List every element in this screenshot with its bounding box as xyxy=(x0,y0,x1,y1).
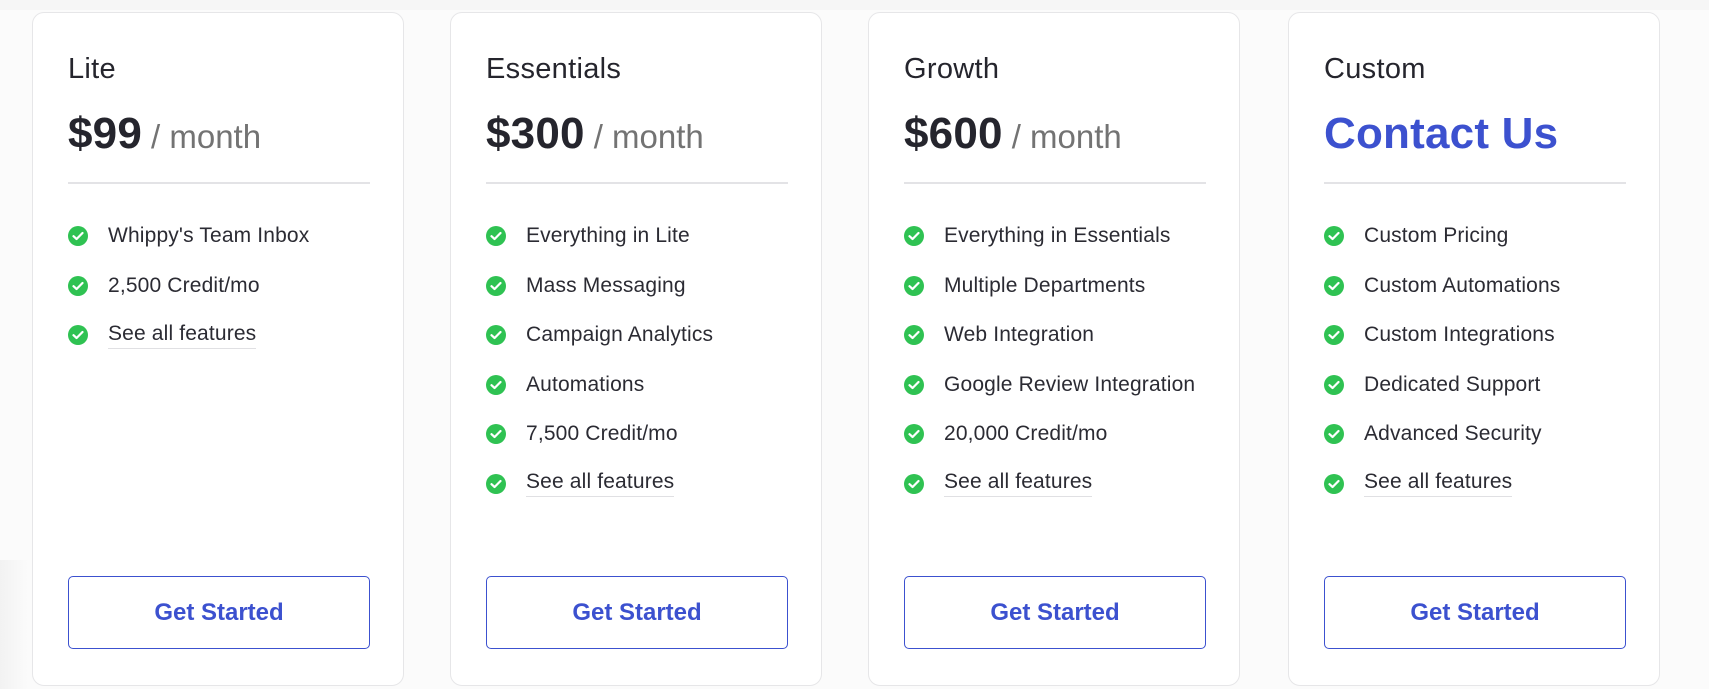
feature-list: Whippy's Team Inbox 2,500 Credit/mo See … xyxy=(68,224,309,373)
pricing-card-lite: Lite $99 / month Whippy's Team Inbox 2,5… xyxy=(32,12,404,686)
feature-text: Campaign Analytics xyxy=(526,323,714,346)
see-all-features-link[interactable]: See all features xyxy=(944,470,1093,497)
price-amount: $300 xyxy=(486,109,585,158)
check-circle-icon xyxy=(904,473,924,494)
check-circle-icon xyxy=(1324,275,1344,296)
check-circle-icon xyxy=(1324,325,1344,345)
feature-text: 20,000 Credit/mo xyxy=(944,422,1108,445)
check-circle-icon xyxy=(1324,424,1344,444)
feature-text: Multiple Departments xyxy=(944,273,1146,297)
check-circle-icon xyxy=(68,325,88,345)
feature-item: Custom Pricing xyxy=(1324,224,1560,248)
feature-text: Web Integration xyxy=(944,323,1095,346)
price-row: Contact Us xyxy=(1324,109,1558,159)
contact-us-price: Contact Us xyxy=(1324,109,1559,158)
feature-item-see-all: See all features xyxy=(1324,470,1560,497)
feature-item: Dedicated Support xyxy=(1324,373,1560,397)
plan-name: Essentials xyxy=(486,53,622,85)
price-row: $600 / month xyxy=(904,109,1122,159)
price-period: / month xyxy=(1011,118,1122,155)
feature-text: Custom Automations xyxy=(1364,273,1561,297)
feature-item: Everything in Essentials xyxy=(904,224,1195,248)
feature-text: Mass Messaging xyxy=(526,273,686,297)
feature-item: Custom Automations xyxy=(1324,274,1560,298)
feature-list: Everything in Lite Mass Messaging Campai… xyxy=(486,224,713,521)
check-circle-icon xyxy=(486,374,506,395)
check-circle-icon xyxy=(486,226,506,246)
feature-text: Custom Pricing xyxy=(1364,224,1509,247)
check-circle-icon xyxy=(68,226,88,246)
see-all-features-link[interactable]: See all features xyxy=(526,470,675,497)
get-started-button[interactable]: Get Started xyxy=(68,576,370,649)
feature-text: Advanced Security xyxy=(1364,422,1542,445)
check-circle-icon xyxy=(486,275,506,296)
divider xyxy=(486,182,788,184)
feature-item-see-all: See all features xyxy=(486,470,713,497)
price-amount: $600 xyxy=(904,109,1003,158)
feature-text: Automations xyxy=(526,372,645,396)
feature-item: Web Integration xyxy=(904,323,1195,347)
plan-name: Lite xyxy=(68,53,116,85)
feature-text: Everything in Lite xyxy=(526,224,690,247)
check-circle-icon xyxy=(68,275,88,296)
feature-item: 7,500 Credit/mo xyxy=(486,422,713,446)
get-started-button[interactable]: Get Started xyxy=(486,576,788,649)
pricing-card-growth: Growth $600 / month Everything in Essent… xyxy=(868,12,1240,686)
price-period: / month xyxy=(151,118,262,155)
price-row: $300 / month xyxy=(486,109,704,159)
check-circle-icon xyxy=(904,424,924,444)
check-circle-icon xyxy=(486,473,506,494)
feature-item: Everything in Lite xyxy=(486,224,713,248)
divider xyxy=(68,182,370,184)
feature-item-see-all: See all features xyxy=(904,470,1195,497)
feature-item: 20,000 Credit/mo xyxy=(904,422,1195,446)
price-period: / month xyxy=(593,118,704,155)
feature-list: Everything in Essentials Multiple Depart… xyxy=(904,224,1195,521)
feature-text: Custom Integrations xyxy=(1364,323,1555,346)
check-circle-icon xyxy=(904,226,924,246)
feature-item: Whippy's Team Inbox xyxy=(68,224,309,248)
check-circle-icon xyxy=(904,325,924,345)
feature-text: Whippy's Team Inbox xyxy=(108,224,310,247)
plan-name: Custom xyxy=(1324,53,1426,85)
check-circle-icon xyxy=(1324,226,1344,246)
pricing-cards: Lite $99 / month Whippy's Team Inbox 2,5… xyxy=(0,0,1709,689)
feature-text: Dedicated Support xyxy=(1364,372,1541,396)
see-all-features-link[interactable]: See all features xyxy=(1364,470,1513,497)
check-circle-icon xyxy=(486,325,506,345)
price-row: $99 / month xyxy=(68,109,261,159)
feature-item: Campaign Analytics xyxy=(486,323,713,347)
feature-item: 2,500 Credit/mo xyxy=(68,274,309,298)
pricing-card-essentials: Essentials $300 / month Everything in Li… xyxy=(450,12,822,686)
feature-item: Custom Integrations xyxy=(1324,323,1560,347)
feature-item: Google Review Integration xyxy=(904,373,1195,397)
feature-list: Custom Pricing Custom Automations Custom… xyxy=(1324,224,1560,521)
check-circle-icon xyxy=(1324,473,1344,494)
feature-text: 7,500 Credit/mo xyxy=(526,422,678,445)
feature-text: 2,500 Credit/mo xyxy=(108,273,260,297)
feature-item: Multiple Departments xyxy=(904,274,1195,298)
get-started-button[interactable]: Get Started xyxy=(1324,576,1626,649)
feature-text: Everything in Essentials xyxy=(944,224,1171,247)
plan-name: Growth xyxy=(904,53,1000,85)
divider xyxy=(904,182,1206,184)
feature-item: Automations xyxy=(486,373,713,397)
get-started-button[interactable]: Get Started xyxy=(904,576,1206,649)
pricing-card-custom: Custom Contact Us Custom Pricing Custom … xyxy=(1288,12,1660,686)
feature-item-see-all: See all features xyxy=(68,322,309,349)
check-circle-icon xyxy=(904,275,924,296)
feature-text: Google Review Integration xyxy=(944,372,1196,396)
price-amount: $99 xyxy=(68,109,143,158)
divider xyxy=(1324,182,1626,184)
feature-item: Mass Messaging xyxy=(486,274,713,298)
check-circle-icon xyxy=(1324,374,1344,395)
check-circle-icon xyxy=(486,424,506,444)
see-all-features-link[interactable]: See all features xyxy=(108,322,257,349)
feature-item: Advanced Security xyxy=(1324,422,1560,446)
check-circle-icon xyxy=(904,374,924,395)
